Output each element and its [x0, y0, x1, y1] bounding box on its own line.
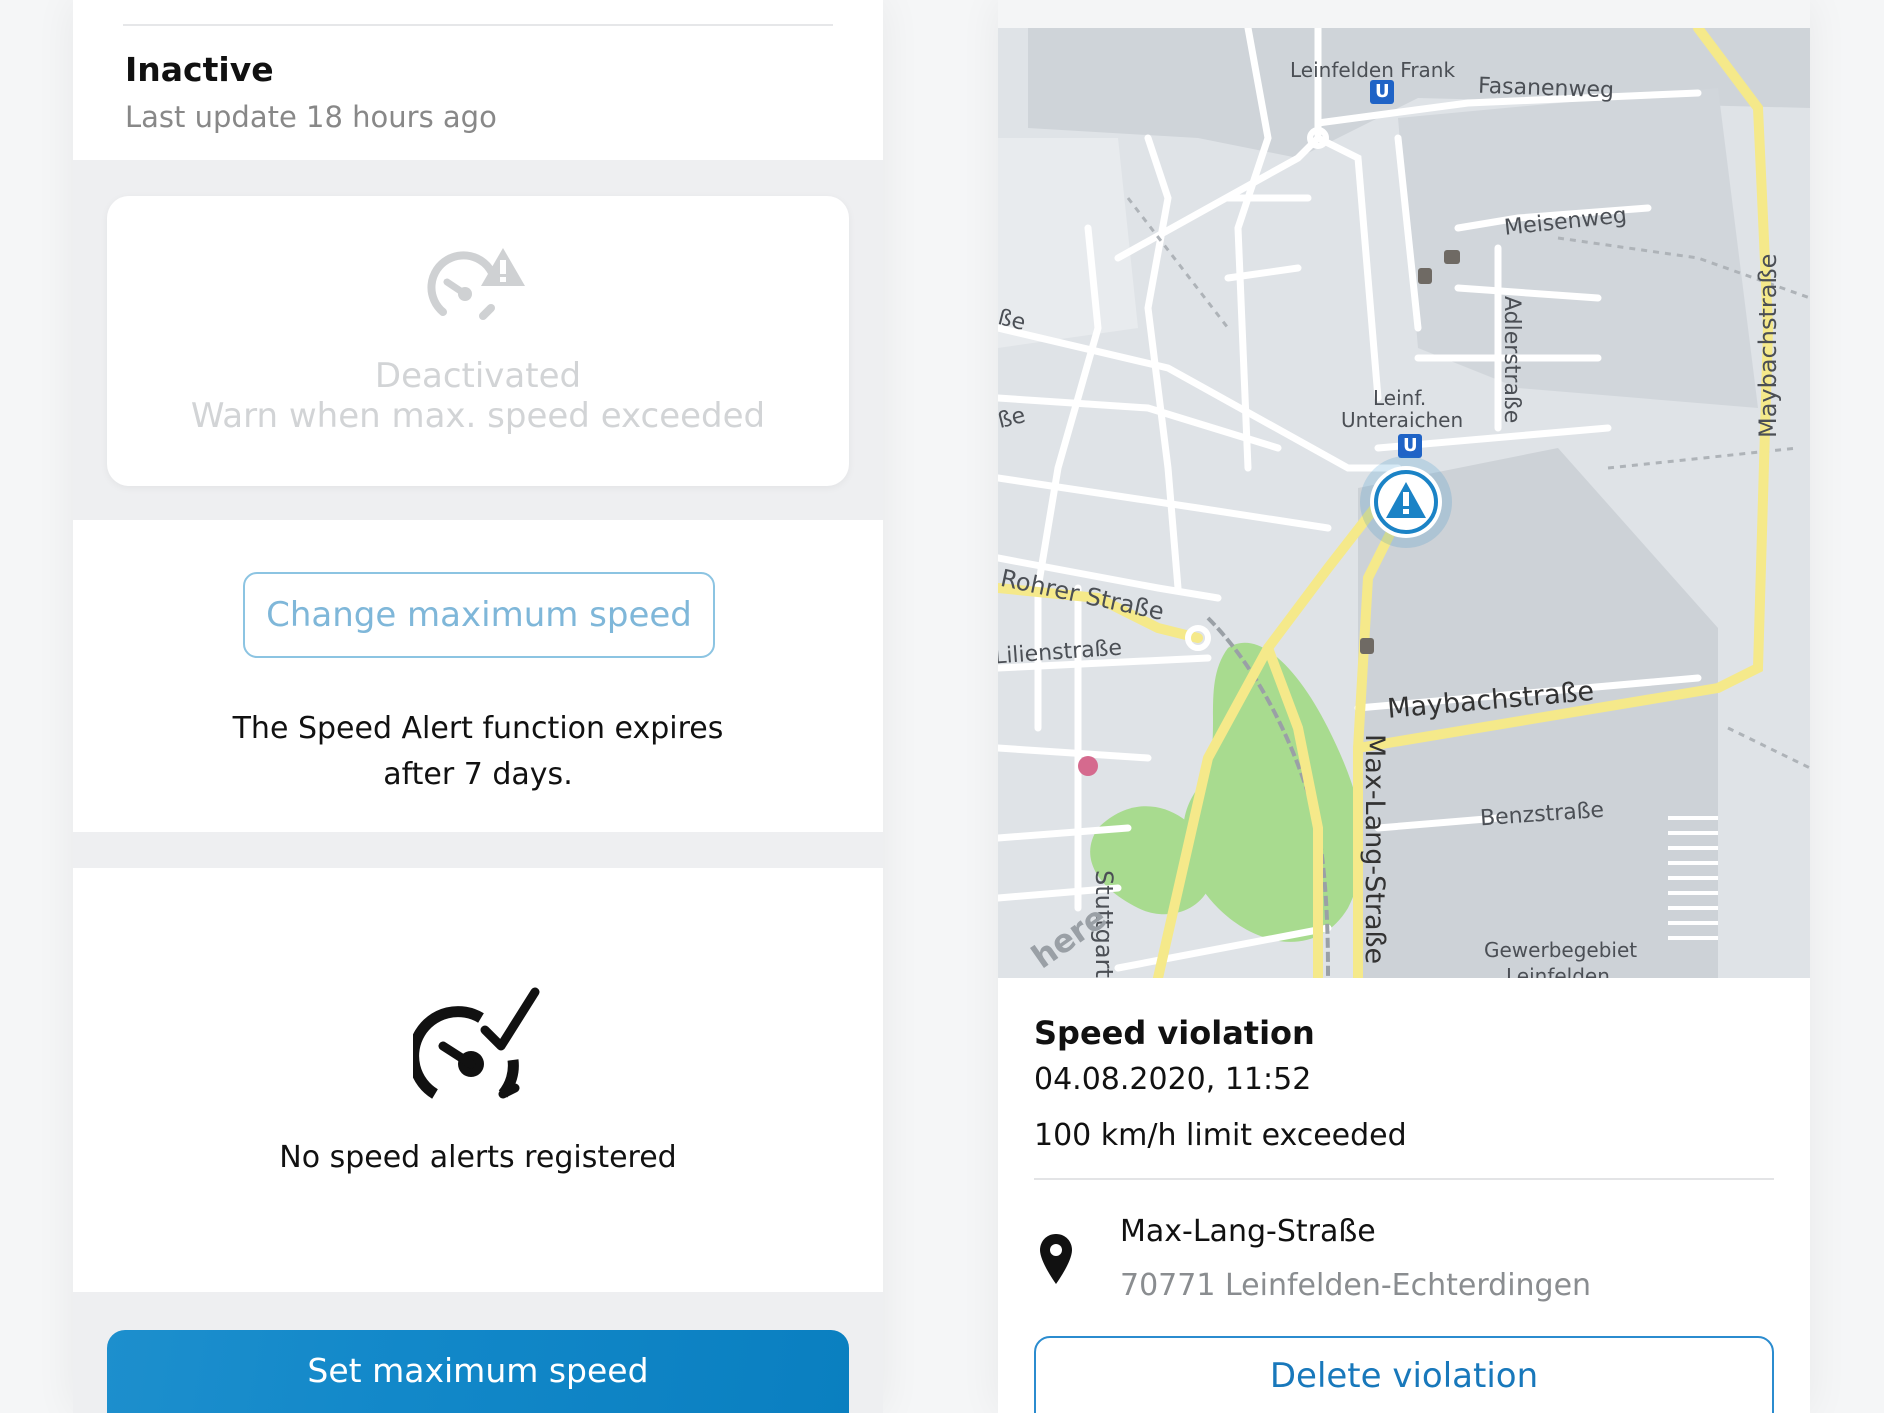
no-alerts-text: No speed alerts registered	[279, 1140, 677, 1175]
map-canvas	[998, 28, 1810, 978]
violation-detail-panel: Leinfelden Frank U Fasanenweg Meisenweg …	[998, 0, 1810, 1413]
divider	[1034, 1178, 1774, 1180]
deactivated-card: Deactivated Warn when max. speed exceede…	[107, 196, 849, 486]
map-label-adlerstrasse: Adlerstraße	[1499, 296, 1524, 424]
violation-map[interactable]: Leinfelden Frank U Fasanenweg Meisenweg …	[998, 28, 1810, 978]
last-update-text: Last update 18 hours ago	[125, 100, 497, 134]
warn-description: Warn when max. speed exceeded	[190, 396, 766, 436]
violation-limit: 100 km/h limit exceeded	[1034, 1118, 1407, 1153]
divider	[123, 24, 833, 26]
map-label-ubahn-1: U	[1375, 81, 1390, 102]
expiry-notice: The Speed Alert function expires after 7…	[73, 706, 883, 798]
change-speed-section: Change maximum speed The Speed Alert fun…	[73, 520, 883, 832]
expiry-line-1: The Speed Alert function expires	[232, 711, 724, 746]
violation-info-card: Speed violation 04.08.2020, 11:52 100 km…	[998, 978, 1810, 1413]
map-label-leinf: Leinf.	[1373, 386, 1427, 410]
speed-alerts-section: No speed alerts registered	[73, 868, 883, 1292]
expiry-line-2: after 7 days.	[383, 757, 573, 792]
status-card: Inactive Last update 18 hours ago	[73, 0, 883, 160]
map-label-fasanenweg: Fasanenweg	[1477, 73, 1615, 104]
violation-date: 04.08.2020, 11:52	[1034, 1062, 1312, 1097]
location-pin-icon	[1040, 1234, 1072, 1284]
map-label-ubahn-2: U	[1403, 435, 1418, 456]
violation-city: 70771 Leinfelden-Echterdingen	[1120, 1268, 1592, 1303]
map-label-maybachstrasse-vertical: Maybachstraße	[1754, 253, 1782, 438]
violation-street: Max-Lang-Straße	[1120, 1214, 1376, 1249]
set-maximum-speed-button[interactable]: Set maximum speed	[107, 1330, 849, 1413]
map-label-unteraichen: Unteraichen	[1341, 408, 1464, 432]
speed-alert-panel: Inactive Last update 18 hours ago Deacti…	[73, 0, 883, 1413]
map-label-gewerbegebiet: Gewerbegebiet	[1484, 938, 1638, 962]
map-label-leinfelden-cut: Leinfelden	[1506, 964, 1610, 978]
deactivated-label: Deactivated	[374, 356, 582, 396]
map-label-leinfelden-frank: Leinfelden Frank	[1290, 58, 1456, 82]
speedometer-check-icon	[413, 987, 540, 1099]
delete-violation-button[interactable]: Delete violation	[1034, 1336, 1774, 1413]
violation-title: Speed violation	[1034, 1014, 1315, 1052]
speedometer-warning-icon	[427, 248, 525, 320]
status-title: Inactive	[125, 50, 274, 89]
change-maximum-speed-button[interactable]: Change maximum speed	[243, 572, 715, 658]
map-label-max-lang-strasse: Max-Lang-Straße	[1359, 734, 1390, 965]
